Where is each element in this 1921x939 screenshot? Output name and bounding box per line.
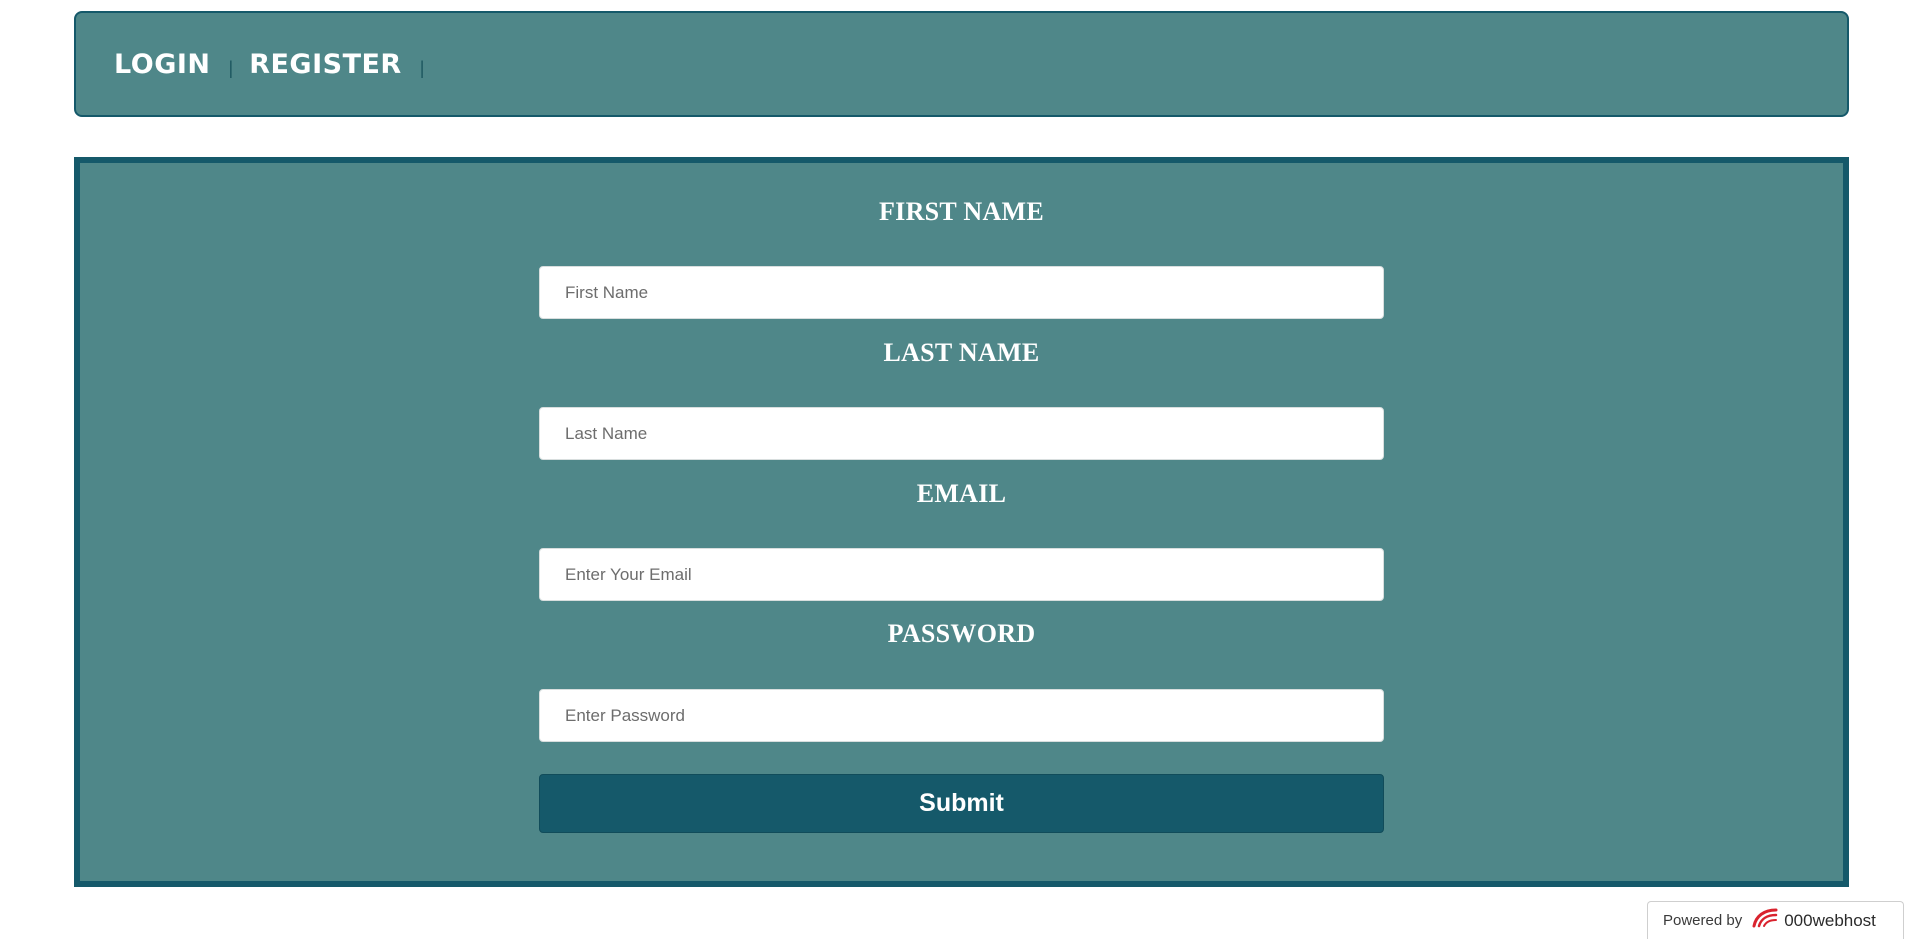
password-label: PASSWORD: [887, 619, 1036, 648]
password-input[interactable]: [539, 689, 1384, 742]
nav-separator: |: [419, 57, 425, 78]
last-name-label: LAST NAME: [883, 338, 1040, 367]
000webhost-logo-icon: [1750, 906, 1784, 935]
powered-by-badge[interactable]: Powered by 000webhost: [1647, 901, 1904, 939]
email-label: EMAIL: [916, 479, 1007, 508]
email-input[interactable]: [539, 548, 1384, 601]
register-link[interactable]: REGISTER: [249, 49, 402, 80]
powered-by-text: Powered by: [1663, 912, 1743, 929]
last-name-input[interactable]: [539, 407, 1384, 460]
first-name-label: FIRST NAME: [878, 197, 1045, 226]
first-name-input[interactable]: [539, 266, 1384, 319]
top-nav: LOGIN | REGISTER |: [74, 11, 1849, 117]
nav-separator: |: [228, 57, 234, 78]
registration-form: FIRST NAME LAST NAME EMAIL PASSWORD Subm…: [74, 157, 1849, 887]
login-link[interactable]: LOGIN: [114, 49, 211, 80]
powered-by-brand: 000webhost: [1784, 910, 1876, 930]
submit-button[interactable]: Submit: [539, 774, 1384, 833]
